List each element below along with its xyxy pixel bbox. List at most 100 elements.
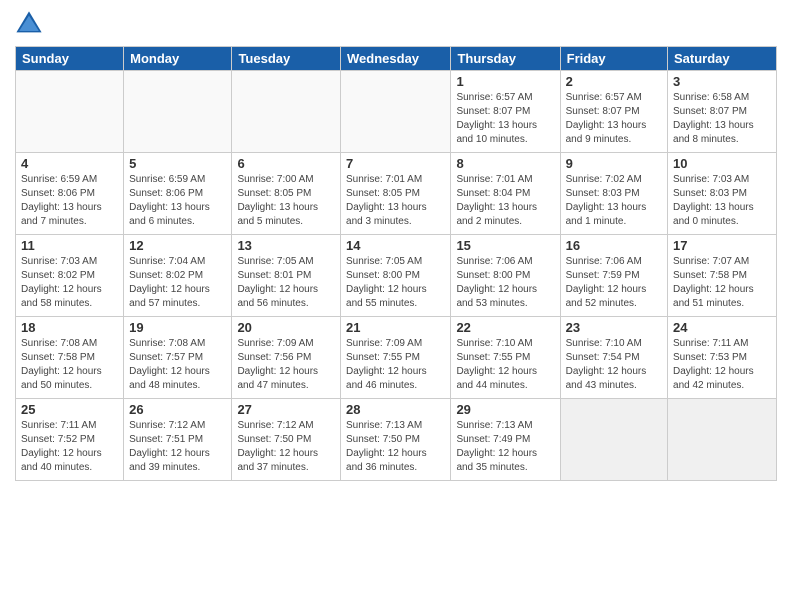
calendar-cell: 1 Sunrise: 6:57 AM Sunset: 8:07 PM Daylig… — [451, 71, 560, 153]
day-number: 27 — [237, 402, 335, 417]
day-info: Sunrise: 7:08 AM Sunset: 7:57 PM Dayligh… — [129, 337, 226, 393]
weekday-header-row: SundayMondayTuesdayWednesdayThursdayFrid… — [16, 47, 777, 71]
day-number: 2 — [566, 74, 662, 89]
day-info: Sunrise: 7:12 AM Sunset: 7:51 PM Dayligh… — [129, 419, 226, 475]
day-info: Sunrise: 7:13 AM Sunset: 7:50 PM Dayligh… — [346, 419, 445, 475]
calendar-cell: 16 Sunrise: 7:06 AM Sunset: 7:59 PM Dayli… — [560, 235, 667, 317]
day-number: 23 — [566, 320, 662, 335]
day-number: 24 — [673, 320, 771, 335]
calendar-cell: 5 Sunrise: 6:59 AM Sunset: 8:06 PM Daylig… — [124, 153, 232, 235]
day-number: 14 — [346, 238, 445, 253]
calendar-cell: 9 Sunrise: 7:02 AM Sunset: 8:03 PM Daylig… — [560, 153, 667, 235]
calendar-cell — [560, 399, 667, 481]
calendar-cell: 6 Sunrise: 7:00 AM Sunset: 8:05 PM Daylig… — [232, 153, 341, 235]
day-info: Sunrise: 7:12 AM Sunset: 7:50 PM Dayligh… — [237, 419, 335, 475]
weekday-header-friday: Friday — [560, 47, 667, 71]
day-info: Sunrise: 6:57 AM Sunset: 8:07 PM Dayligh… — [566, 91, 662, 147]
day-info: Sunrise: 6:59 AM Sunset: 8:06 PM Dayligh… — [129, 173, 226, 229]
day-info: Sunrise: 7:00 AM Sunset: 8:05 PM Dayligh… — [237, 173, 335, 229]
calendar-cell: 26 Sunrise: 7:12 AM Sunset: 7:51 PM Dayli… — [124, 399, 232, 481]
calendar-cell: 8 Sunrise: 7:01 AM Sunset: 8:04 PM Daylig… — [451, 153, 560, 235]
calendar-cell: 23 Sunrise: 7:10 AM Sunset: 7:54 PM Dayli… — [560, 317, 667, 399]
day-number: 7 — [346, 156, 445, 171]
calendar-cell: 20 Sunrise: 7:09 AM Sunset: 7:56 PM Dayli… — [232, 317, 341, 399]
day-info: Sunrise: 7:08 AM Sunset: 7:58 PM Dayligh… — [21, 337, 118, 393]
day-number: 4 — [21, 156, 118, 171]
calendar-cell — [341, 71, 451, 153]
calendar-cell: 27 Sunrise: 7:12 AM Sunset: 7:50 PM Dayli… — [232, 399, 341, 481]
day-info: Sunrise: 7:03 AM Sunset: 8:02 PM Dayligh… — [21, 255, 118, 311]
day-number: 12 — [129, 238, 226, 253]
calendar-cell: 19 Sunrise: 7:08 AM Sunset: 7:57 PM Dayli… — [124, 317, 232, 399]
day-info: Sunrise: 7:02 AM Sunset: 8:03 PM Dayligh… — [566, 173, 662, 229]
day-info: Sunrise: 7:01 AM Sunset: 8:05 PM Dayligh… — [346, 173, 445, 229]
day-number: 29 — [456, 402, 554, 417]
calendar-cell: 17 Sunrise: 7:07 AM Sunset: 7:58 PM Dayli… — [668, 235, 777, 317]
logo-icon — [15, 10, 43, 38]
day-number: 17 — [673, 238, 771, 253]
calendar-cell: 13Sunrise: 7:05 AM Sunset: 8:01 PM Dayli… — [232, 235, 341, 317]
calendar-cell: 21Sunrise: 7:09 AM Sunset: 7:55 PM Dayli… — [341, 317, 451, 399]
header — [15, 10, 777, 38]
day-number: 22 — [456, 320, 554, 335]
day-info: Sunrise: 7:07 AM Sunset: 7:58 PM Dayligh… — [673, 255, 771, 311]
day-info: Sunrise: 7:06 AM Sunset: 8:00 PM Dayligh… — [456, 255, 554, 311]
day-number: 20 — [237, 320, 335, 335]
week-row-0: 1 Sunrise: 6:57 AM Sunset: 8:07 PM Daylig… — [16, 71, 777, 153]
calendar-cell — [124, 71, 232, 153]
page: SundayMondayTuesdayWednesdayThursdayFrid… — [0, 0, 792, 612]
day-info: Sunrise: 7:01 AM Sunset: 8:04 PM Dayligh… — [456, 173, 554, 229]
calendar-cell: 28 Sunrise: 7:13 AM Sunset: 7:50 PM Dayli… — [341, 399, 451, 481]
week-row-1: 4 Sunrise: 6:59 AM Sunset: 8:06 PM Daylig… — [16, 153, 777, 235]
day-number: 13 — [237, 238, 335, 253]
calendar-cell: 7 Sunrise: 7:01 AM Sunset: 8:05 PM Daylig… — [341, 153, 451, 235]
day-info: Sunrise: 7:11 AM Sunset: 7:53 PM Dayligh… — [673, 337, 771, 393]
day-info: Sunrise: 7:10 AM Sunset: 7:55 PM Dayligh… — [456, 337, 554, 393]
calendar-cell: 3 Sunrise: 6:58 AM Sunset: 8:07 PM Daylig… — [668, 71, 777, 153]
logo — [15, 10, 47, 38]
calendar-cell: 14 Sunrise: 7:05 AM Sunset: 8:00 PM Dayli… — [341, 235, 451, 317]
calendar-cell: 22 Sunrise: 7:10 AM Sunset: 7:55 PM Dayli… — [451, 317, 560, 399]
calendar-cell — [16, 71, 124, 153]
day-number: 6 — [237, 156, 335, 171]
calendar-cell: 12 Sunrise: 7:04 AM Sunset: 8:02 PM Dayli… — [124, 235, 232, 317]
calendar-cell: 11Sunrise: 7:03 AM Sunset: 8:02 PM Dayli… — [16, 235, 124, 317]
day-number: 25 — [21, 402, 118, 417]
day-number: 9 — [566, 156, 662, 171]
weekday-header-wednesday: Wednesday — [341, 47, 451, 71]
week-row-4: 25Sunrise: 7:11 AM Sunset: 7:52 PM Dayli… — [16, 399, 777, 481]
day-info: Sunrise: 7:06 AM Sunset: 7:59 PM Dayligh… — [566, 255, 662, 311]
calendar-cell: 15 Sunrise: 7:06 AM Sunset: 8:00 PM Dayli… — [451, 235, 560, 317]
calendar-cell: 10 Sunrise: 7:03 AM Sunset: 8:03 PM Dayli… — [668, 153, 777, 235]
calendar-cell: 25Sunrise: 7:11 AM Sunset: 7:52 PM Dayli… — [16, 399, 124, 481]
calendar-cell: 2 Sunrise: 6:57 AM Sunset: 8:07 PM Daylig… — [560, 71, 667, 153]
calendar-cell: 29Sunrise: 7:13 AM Sunset: 7:49 PM Dayli… — [451, 399, 560, 481]
day-info: Sunrise: 6:59 AM Sunset: 8:06 PM Dayligh… — [21, 173, 118, 229]
weekday-header-monday: Monday — [124, 47, 232, 71]
day-info: Sunrise: 7:05 AM Sunset: 8:00 PM Dayligh… — [346, 255, 445, 311]
weekday-header-thursday: Thursday — [451, 47, 560, 71]
day-number: 5 — [129, 156, 226, 171]
weekday-header-sunday: Sunday — [16, 47, 124, 71]
day-number: 1 — [456, 74, 554, 89]
day-info: Sunrise: 7:10 AM Sunset: 7:54 PM Dayligh… — [566, 337, 662, 393]
day-info: Sunrise: 6:58 AM Sunset: 8:07 PM Dayligh… — [673, 91, 771, 147]
day-number: 3 — [673, 74, 771, 89]
day-number: 18 — [21, 320, 118, 335]
day-number: 26 — [129, 402, 226, 417]
day-info: Sunrise: 7:09 AM Sunset: 7:56 PM Dayligh… — [237, 337, 335, 393]
day-info: Sunrise: 6:57 AM Sunset: 8:07 PM Dayligh… — [456, 91, 554, 147]
day-info: Sunrise: 7:03 AM Sunset: 8:03 PM Dayligh… — [673, 173, 771, 229]
day-number: 28 — [346, 402, 445, 417]
day-number: 8 — [456, 156, 554, 171]
day-info: Sunrise: 7:09 AM Sunset: 7:55 PM Dayligh… — [346, 337, 445, 393]
day-info: Sunrise: 7:04 AM Sunset: 8:02 PM Dayligh… — [129, 255, 226, 311]
calendar-cell: 4 Sunrise: 6:59 AM Sunset: 8:06 PM Daylig… — [16, 153, 124, 235]
calendar-cell — [668, 399, 777, 481]
calendar-cell — [232, 71, 341, 153]
day-number: 10 — [673, 156, 771, 171]
day-number: 16 — [566, 238, 662, 253]
day-number: 19 — [129, 320, 226, 335]
week-row-2: 11Sunrise: 7:03 AM Sunset: 8:02 PM Dayli… — [16, 235, 777, 317]
day-number: 15 — [456, 238, 554, 253]
